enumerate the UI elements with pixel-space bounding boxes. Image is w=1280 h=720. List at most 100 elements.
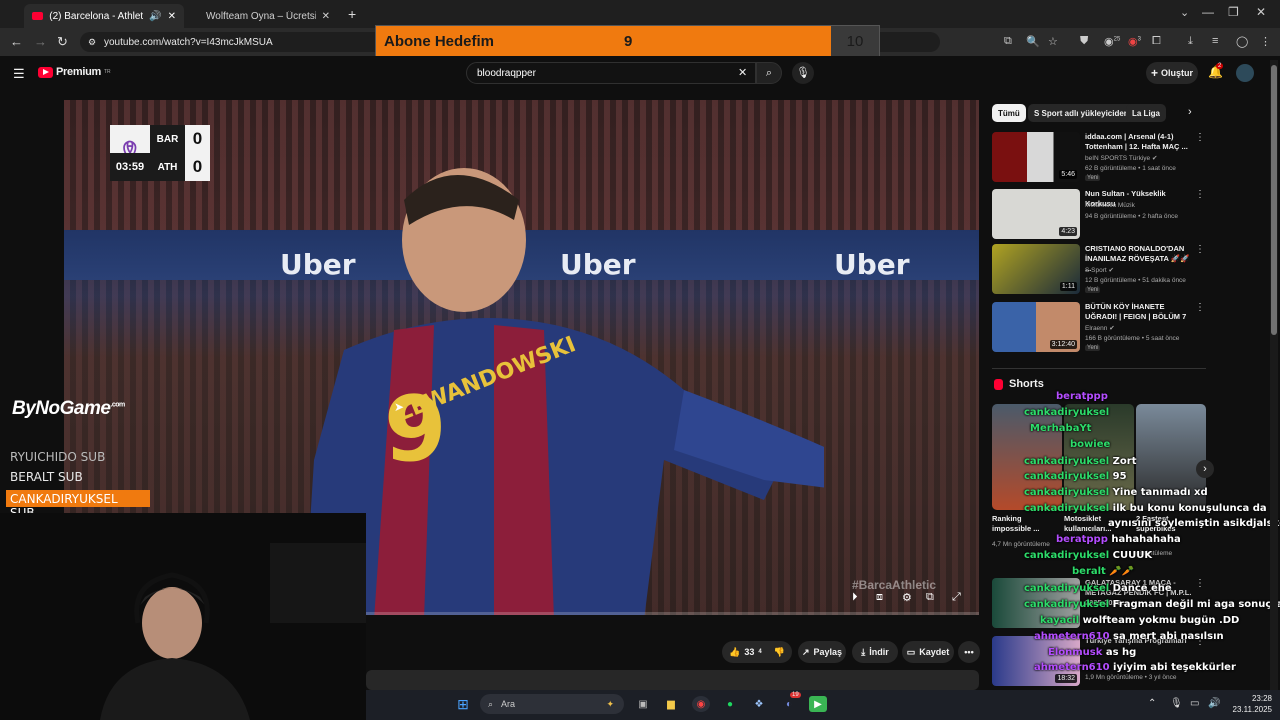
channel-name[interactable]: S Sport ✔: [1085, 266, 1114, 274]
chrome-icon[interactable]: ◉: [692, 696, 710, 712]
mic-tray-icon[interactable]: 🎙: [1170, 698, 1183, 709]
chat-line: cankadiryuksel: [1024, 407, 1109, 418]
new-tab-button[interactable]: +: [348, 6, 356, 22]
hamburger-menu-icon[interactable]: ☰: [13, 66, 25, 82]
list-item[interactable]: 4:23 Nun Sultan - Yükseklik Korkusu Mela…: [992, 189, 1207, 239]
shield-extension-icon[interactable]: ⛊: [1080, 35, 1088, 48]
maximize-button[interactable]: ❐: [1228, 5, 1239, 19]
channel-name[interactable]: beIN SPORTS Türkiye ✔: [1085, 154, 1157, 162]
search-input[interactable]: bloodraqpper: [466, 62, 756, 84]
fullscreen-icon[interactable]: ⤢: [952, 591, 961, 604]
more-options-icon[interactable]: ⋮: [1195, 302, 1205, 313]
tray-chevron-icon[interactable]: ⌃: [1148, 698, 1156, 709]
chat-message: as hg: [1105, 647, 1137, 658]
extension-red-icon[interactable]: ◉3: [1128, 35, 1141, 48]
video-thumbnail[interactable]: 1:11: [992, 244, 1080, 294]
create-label: Oluştur: [1161, 68, 1194, 78]
more-actions-button[interactable]: •••: [958, 641, 980, 663]
windows-start-icon[interactable]: ⊞: [454, 696, 472, 712]
video-thumbnail[interactable]: 18:32: [992, 636, 1080, 686]
create-button[interactable]: + Oluştur: [1146, 62, 1198, 84]
voice-search-button[interactable]: 🎙: [792, 62, 814, 84]
volume-icon[interactable]: 🔊: [1208, 698, 1220, 709]
share-button[interactable]: ↗ Paylaş: [798, 641, 846, 663]
chat-line: ahmetern610 iyiyim abi teşekkürler: [1034, 662, 1236, 673]
browser-menu-icon[interactable]: ⋮: [1260, 35, 1271, 48]
more-options-icon[interactable]: ⋮: [1195, 578, 1205, 589]
search-icon: ⌕: [765, 67, 773, 79]
minimize-button[interactable]: —: [1202, 5, 1214, 19]
settings-gear-icon[interactable]: ⚙: [902, 591, 912, 604]
list-item[interactable]: 1:11 CRISTIANO RONALDO'DAN İNANILMAZ RÖV…: [992, 244, 1207, 294]
dislike-icon[interactable]: 👎: [774, 647, 785, 658]
discord-icon[interactable]: ◐: [780, 696, 798, 712]
spotify-icon[interactable]: ●: [721, 696, 739, 712]
share-label: Paylaş: [813, 647, 843, 657]
chip-la-liga[interactable]: La Liga: [1126, 104, 1167, 122]
video-thumbnail[interactable]: 4:23: [992, 189, 1080, 239]
download-button[interactable]: ⤓ İndir: [852, 641, 898, 663]
chat-message: 95: [1112, 471, 1127, 482]
more-options-icon[interactable]: ⋮: [1195, 132, 1205, 143]
video-title[interactable]: BÜTÜN KÖY İHANETE UĞRADI! | FEIGN | BÖLÜ…: [1085, 302, 1195, 322]
video-title[interactable]: iddaa.com | Arsenal (4-1) Tottenham | 12…: [1085, 132, 1195, 152]
forward-icon[interactable]: →: [34, 34, 47, 49]
chat-username: cankadiryuksel: [1024, 407, 1110, 418]
description-box[interactable]: [366, 670, 979, 690]
download-icon[interactable]: ⤓: [1188, 35, 1193, 48]
game-app-icon[interactable]: ▶: [809, 696, 827, 712]
zoom-icon[interactable]: 🔍: [1026, 35, 1040, 48]
extension-badge: 25: [1113, 36, 1121, 43]
chips-next-icon[interactable]: ›: [1188, 106, 1192, 118]
youtube-favicon-icon: [32, 12, 44, 20]
tab-close-icon[interactable]: ✕: [322, 11, 330, 22]
search-button[interactable]: ⌕: [756, 62, 782, 84]
subtitles-icon[interactable]: ⧈: [876, 591, 883, 604]
chip-all[interactable]: Tümü: [992, 104, 1026, 122]
sub-alert-3: CANKADIRYUKSEL SUB: [6, 490, 150, 520]
video-thumbnail[interactable]: 3:12:40: [992, 302, 1080, 352]
clear-search-icon[interactable]: ✕: [738, 66, 747, 79]
app-icon[interactable]: ❖: [750, 696, 768, 712]
display-tray-icon[interactable]: ▭: [1190, 698, 1199, 709]
taskbar-clock[interactable]: 23:28 23.11.2025: [1228, 693, 1272, 715]
tab-barcelona[interactable]: (2) Barcelona - Athletic Club 🔊 ✕: [24, 4, 184, 28]
list-item[interactable]: 5:46 iddaa.com | Arsenal (4-1) Tottenham…: [992, 132, 1207, 182]
tab-search-icon[interactable]: ⌄: [1180, 6, 1189, 19]
more-options-icon[interactable]: ⋮: [1195, 244, 1205, 255]
autoplay-toggle-icon[interactable]: ⏵: [852, 591, 858, 604]
miniplayer-icon[interactable]: ⧉: [926, 591, 934, 604]
profile-icon[interactable]: ◯: [1236, 35, 1248, 48]
site-info-icon[interactable]: ⚙: [88, 37, 96, 48]
avatar[interactable]: [1236, 64, 1254, 82]
video-thumbnail[interactable]: 5:46: [992, 132, 1080, 182]
chip-s-sport[interactable]: S Sport adlı yükleyiciden: [1028, 104, 1135, 122]
youtube-logo[interactable]: Premium TR: [38, 66, 111, 78]
chat-line: ahmetern610 sa mert abi nasılsın: [1034, 631, 1224, 642]
tab-wolfteam[interactable]: Wolfteam Oyna – Ücretsiz FPS O ✕: [198, 4, 338, 28]
taskbar-search[interactable]: ⌕ Ara ✦: [480, 694, 624, 714]
like-icon[interactable]: 👍: [729, 647, 740, 658]
short-title[interactable]: Ranking impossible ...: [992, 514, 1052, 534]
list-item[interactable]: 18:32 Türkiye Yarışma Programları 1,9 Mn…: [992, 636, 1207, 686]
copilot-icon: ✦: [606, 698, 614, 709]
bookmark-star-icon[interactable]: ☆: [1048, 35, 1058, 48]
list-item[interactable]: 3:12:40 BÜTÜN KÖY İHANETE UĞRADI! | FEIG…: [992, 302, 1207, 352]
channel-name[interactable]: Melankolia Müzik: [1085, 202, 1135, 209]
media-control-icon[interactable]: ≡: [1212, 35, 1218, 47]
save-button[interactable]: ▭ Kaydet: [902, 641, 954, 663]
close-window-button[interactable]: ✕: [1256, 5, 1266, 19]
cast-icon[interactable]: ⧉: [1004, 35, 1012, 48]
puzzle-icon[interactable]: ⧠: [1152, 35, 1161, 48]
shorts-next-icon[interactable]: ›: [1196, 460, 1214, 478]
task-view-icon[interactable]: ▣: [634, 696, 652, 712]
back-icon[interactable]: ←: [10, 34, 23, 49]
channel-name[interactable]: Elraenn ✔: [1085, 324, 1115, 332]
more-options-icon[interactable]: ⋮: [1195, 189, 1205, 200]
chat-username: Elonmusk: [1048, 647, 1103, 658]
tab-close-icon[interactable]: ✕: [168, 11, 176, 22]
reload-icon[interactable]: ↻: [57, 34, 68, 50]
scrollbar-thumb[interactable]: [1271, 65, 1277, 335]
file-explorer-icon[interactable]: ▆: [662, 696, 680, 712]
extension-icon[interactable]: ◉25: [1104, 35, 1120, 48]
